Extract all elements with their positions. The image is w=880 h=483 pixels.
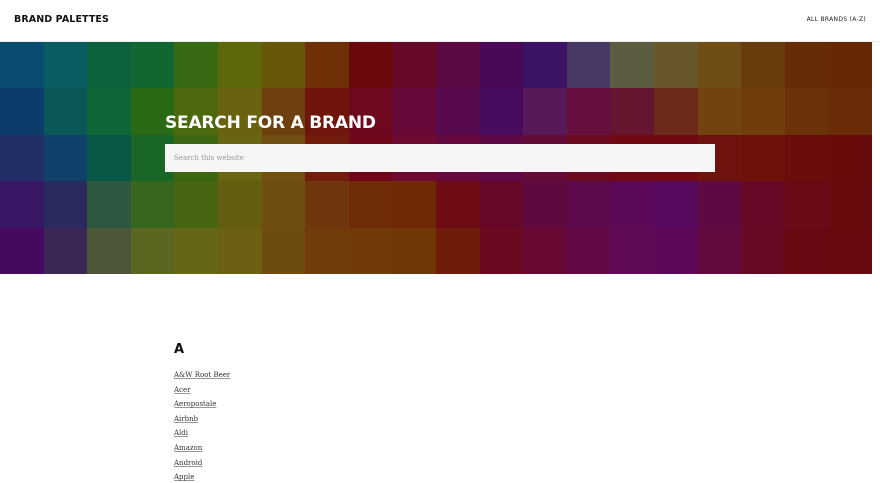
brand-link[interactable]: Aeropostale bbox=[174, 400, 216, 408]
brand-link[interactable]: Apple bbox=[174, 473, 194, 481]
top-header: BRAND PALETTES ALL BRANDS (A-Z) bbox=[0, 0, 880, 42]
list-item: Android bbox=[174, 454, 230, 469]
brand-link[interactable]: Airbnb bbox=[174, 415, 198, 423]
search-input[interactable] bbox=[165, 144, 715, 172]
all-brands-nav-link[interactable]: ALL BRANDS (A-Z) bbox=[807, 16, 866, 23]
brand-link[interactable]: Android bbox=[174, 459, 202, 467]
list-item: Aeropostale bbox=[174, 395, 230, 410]
brand-link[interactable]: A&W Root Beer bbox=[174, 371, 230, 379]
brand-link[interactable]: Amazon bbox=[174, 444, 202, 452]
list-item: Apple bbox=[174, 468, 230, 483]
brand-list: A&W Root Beer Acer Aeropostale Airbnb Aldi Am… bbox=[174, 366, 230, 483]
letter-heading-a: A bbox=[174, 342, 185, 357]
site-title-link[interactable]: BRAND PALETTES bbox=[14, 14, 109, 25]
list-item: Acer bbox=[174, 381, 230, 396]
list-item: Aldi bbox=[174, 424, 230, 439]
hero-title: SEARCH FOR A BRAND bbox=[165, 113, 376, 133]
brand-link[interactable]: Aldi bbox=[174, 429, 188, 437]
list-item: A&W Root Beer bbox=[174, 366, 230, 381]
hero-banner: SEARCH FOR A BRAND bbox=[0, 42, 872, 274]
list-item: Airbnb bbox=[174, 410, 230, 425]
brand-link[interactable]: Acer bbox=[174, 386, 190, 394]
list-item: Amazon bbox=[174, 439, 230, 454]
